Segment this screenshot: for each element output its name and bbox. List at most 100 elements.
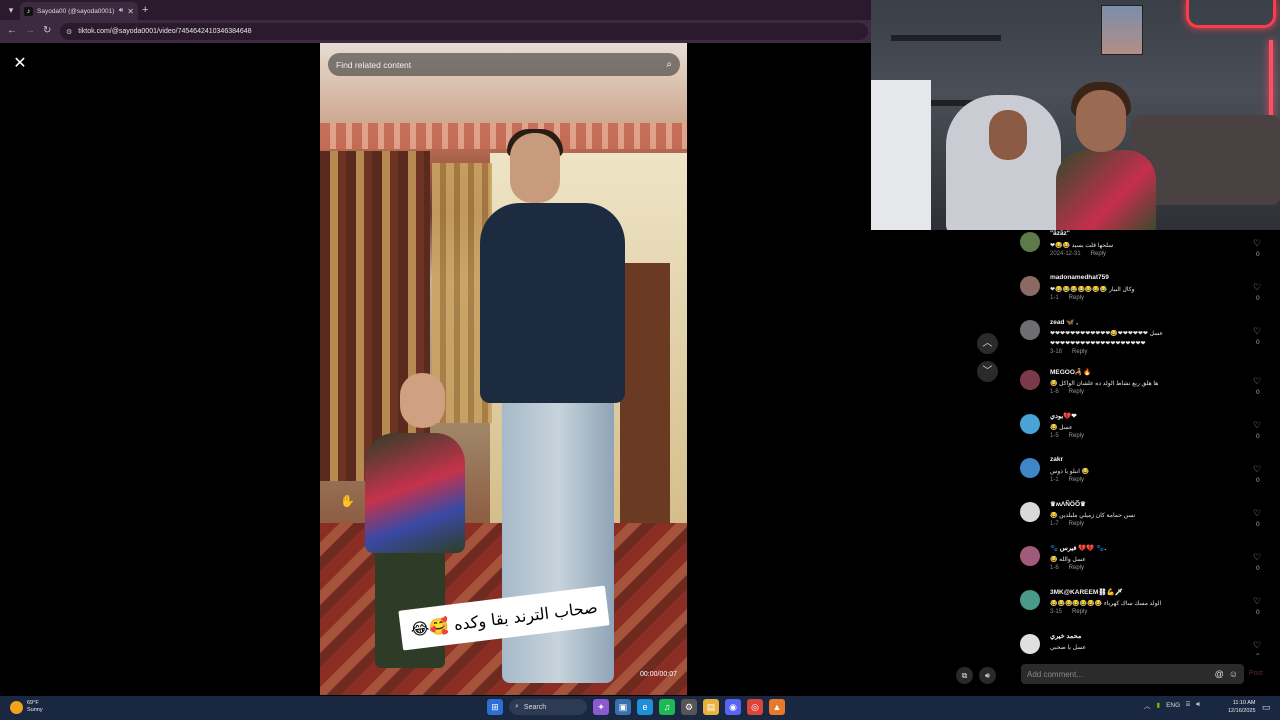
comment-input-container: @ ☺ bbox=[1021, 664, 1244, 684]
comment-username[interactable]: madonamedhat759 bbox=[1050, 274, 1109, 281]
like-heart-icon[interactable]: ♡ bbox=[1253, 596, 1261, 607]
comment-text: 😂😂😂😂😂😂😂 الولد مسك ساك كهرباء bbox=[1050, 601, 1162, 607]
like-count: 0 bbox=[1256, 251, 1260, 258]
browser-tab[interactable]: ♪ Sayoda00 (@sayoda0001) | 🔊︎ ✕ bbox=[20, 2, 138, 20]
mention-icon[interactable]: @ bbox=[1215, 669, 1224, 679]
volume-icon[interactable]: 🔊︎ bbox=[979, 667, 996, 684]
task-view-icon[interactable]: ▣ bbox=[615, 699, 631, 715]
clock-date: 12/16/2025 bbox=[1228, 708, 1256, 714]
comment-date: 1-1 bbox=[1050, 477, 1059, 483]
like-count: 0 bbox=[1256, 477, 1260, 484]
close-video-icon[interactable]: ✕ bbox=[10, 54, 30, 74]
windows-start-icon[interactable]: ⊞ bbox=[487, 699, 503, 715]
like-heart-icon[interactable]: ♡ bbox=[1253, 640, 1261, 651]
comment-text: 😂 عسل والله bbox=[1050, 557, 1086, 563]
reply-button[interactable]: Reply bbox=[1072, 349, 1087, 355]
tray-chevron-icon[interactable]: ︿ bbox=[1144, 700, 1151, 710]
mouse-cursor-icon: ✋ bbox=[340, 494, 355, 508]
related-content-search[interactable]: Find related content ⌕ bbox=[328, 53, 680, 76]
avatar[interactable] bbox=[1020, 458, 1040, 478]
comment-username[interactable]: محمد خيري bbox=[1050, 632, 1081, 640]
sun-icon bbox=[10, 700, 23, 714]
comment-username[interactable]: "ãzãz" bbox=[1050, 230, 1070, 237]
avatar[interactable] bbox=[1020, 232, 1040, 252]
reply-button[interactable]: Reply bbox=[1069, 565, 1084, 571]
avatar[interactable] bbox=[1020, 502, 1040, 522]
like-heart-icon[interactable]: ♡ bbox=[1253, 282, 1261, 293]
address-bar: ← → ↻ ⚙ tiktok.com/@sayoda0001/video/745… bbox=[0, 20, 872, 43]
language-indicator[interactable]: ENG bbox=[1166, 702, 1180, 709]
comment-meta bbox=[1050, 653, 1060, 655]
tab-list-icon[interactable]: ▾ bbox=[4, 3, 18, 17]
discord-icon[interactable]: ◉ bbox=[725, 699, 741, 715]
tiktok-favicon-icon: ♪ bbox=[24, 6, 33, 16]
comment-date: 1-1 bbox=[1050, 295, 1059, 301]
url-field[interactable]: ⚙ tiktok.com/@sayoda0001/video/745464241… bbox=[60, 23, 868, 40]
file-explorer-icon[interactable]: ▤ bbox=[703, 699, 719, 715]
forward-icon[interactable]: → bbox=[25, 25, 35, 36]
network-icon[interactable]: ⌸ bbox=[1186, 701, 1190, 709]
comment-username[interactable]: zakr bbox=[1050, 456, 1063, 463]
new-tab-icon[interactable]: + bbox=[142, 3, 148, 17]
like-heart-icon[interactable]: ♡ bbox=[1253, 552, 1261, 563]
settings-icon[interactable]: ⚙ bbox=[681, 699, 697, 715]
comment-username[interactable]: 3MK@KAREEM⛓💪🗡 bbox=[1050, 588, 1123, 596]
webcam-overlay bbox=[871, 0, 1280, 230]
reply-button[interactable]: Reply bbox=[1069, 521, 1084, 527]
copilot-icon[interactable]: ✦ bbox=[593, 699, 609, 715]
comment-input[interactable] bbox=[1027, 669, 1210, 679]
reply-button[interactable]: Reply bbox=[1069, 433, 1084, 439]
comment-username[interactable]: ♛ʍΛÑÖÕ♛ bbox=[1050, 500, 1086, 508]
site-info-icon[interactable]: ⚙ bbox=[66, 28, 72, 36]
app-icon[interactable]: ▲ bbox=[769, 699, 785, 715]
spotify-icon[interactable]: ♫ bbox=[659, 699, 675, 715]
comment-username[interactable]: 🐾 فيرس 💔💔 🐾. bbox=[1050, 544, 1106, 552]
reply-button[interactable]: Reply bbox=[1069, 389, 1084, 395]
like-heart-icon[interactable]: ♡ bbox=[1253, 420, 1261, 431]
avatar[interactable] bbox=[1020, 370, 1040, 390]
search-icon[interactable]: ⌕ bbox=[666, 59, 672, 70]
reload-icon[interactable]: ↻ bbox=[43, 25, 51, 36]
comment-date: 1-5 bbox=[1050, 433, 1059, 439]
reply-button[interactable]: Reply bbox=[1091, 251, 1106, 257]
emoji-icon[interactable]: ☺ bbox=[1229, 669, 1238, 679]
reply-button[interactable]: Reply bbox=[1069, 295, 1084, 301]
comment-text: ❤❤❤❤❤❤❤❤❤❤❤❤😂❤❤❤❤❤❤ عسل bbox=[1050, 331, 1164, 337]
comment-username[interactable]: بودي💔❤ bbox=[1050, 412, 1077, 420]
miniplayer-icon[interactable]: ⧉ bbox=[956, 667, 973, 684]
like-heart-icon[interactable]: ♡ bbox=[1253, 464, 1261, 475]
comment-username[interactable]: MEGOO🦂🔥 bbox=[1050, 368, 1091, 376]
comment-text: 😂 عسل bbox=[1050, 425, 1073, 431]
edge-icon[interactable]: e bbox=[637, 699, 653, 715]
close-tab-icon[interactable]: ✕ bbox=[127, 7, 134, 16]
notification-icon[interactable]: ▭ bbox=[1262, 702, 1271, 713]
like-heart-icon[interactable]: ♡ bbox=[1253, 508, 1261, 519]
reply-button[interactable]: Reply bbox=[1072, 609, 1087, 615]
avatar[interactable] bbox=[1020, 634, 1040, 654]
like-count: 0 bbox=[1256, 389, 1260, 396]
like-heart-icon[interactable]: ♡ bbox=[1253, 238, 1261, 249]
previous-video-button[interactable]: ︿ bbox=[977, 333, 998, 354]
post-button[interactable]: Post bbox=[1249, 670, 1263, 677]
speaker-icon[interactable]: 🔊︎ bbox=[119, 7, 123, 15]
avatar[interactable] bbox=[1020, 546, 1040, 566]
volume-tray-icon[interactable]: 🔊︎ bbox=[1196, 701, 1200, 709]
comments-list[interactable]: "ãzãz" ❤😂😂 سلحها قلت بسيد 2024-12-31 Reply ♡… bbox=[1016, 230, 1272, 655]
comment-username[interactable]: zead 🦋 , bbox=[1050, 318, 1078, 326]
next-video-button[interactable]: ﹀ bbox=[977, 361, 998, 382]
like-count: 0 bbox=[1256, 653, 1260, 655]
clock-time: 11:10 AM bbox=[1232, 700, 1256, 706]
avatar[interactable] bbox=[1020, 320, 1040, 340]
avatar[interactable] bbox=[1020, 590, 1040, 610]
like-heart-icon[interactable]: ♡ bbox=[1253, 376, 1261, 387]
chrome-icon[interactable]: ◎ bbox=[747, 699, 763, 715]
like-heart-icon[interactable]: ♡ bbox=[1253, 326, 1261, 337]
nvidia-icon[interactable]: ▮ bbox=[1157, 701, 1161, 709]
system-clock[interactable]: 11:10 AM 12/16/2025 bbox=[1228, 699, 1256, 715]
weather-widget[interactable]: 69°F Sunny bbox=[10, 700, 43, 714]
avatar[interactable] bbox=[1020, 276, 1040, 296]
taskbar-search[interactable]: ⌕ Search bbox=[509, 699, 587, 715]
avatar[interactable] bbox=[1020, 414, 1040, 434]
reply-button[interactable]: Reply bbox=[1069, 477, 1084, 483]
back-icon[interactable]: ← bbox=[7, 25, 17, 36]
